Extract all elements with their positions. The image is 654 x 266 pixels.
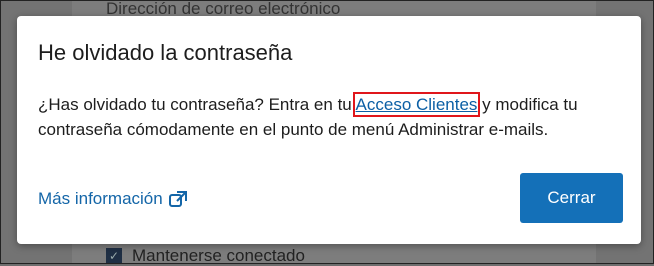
screenshot-border: [0, 0, 654, 264]
